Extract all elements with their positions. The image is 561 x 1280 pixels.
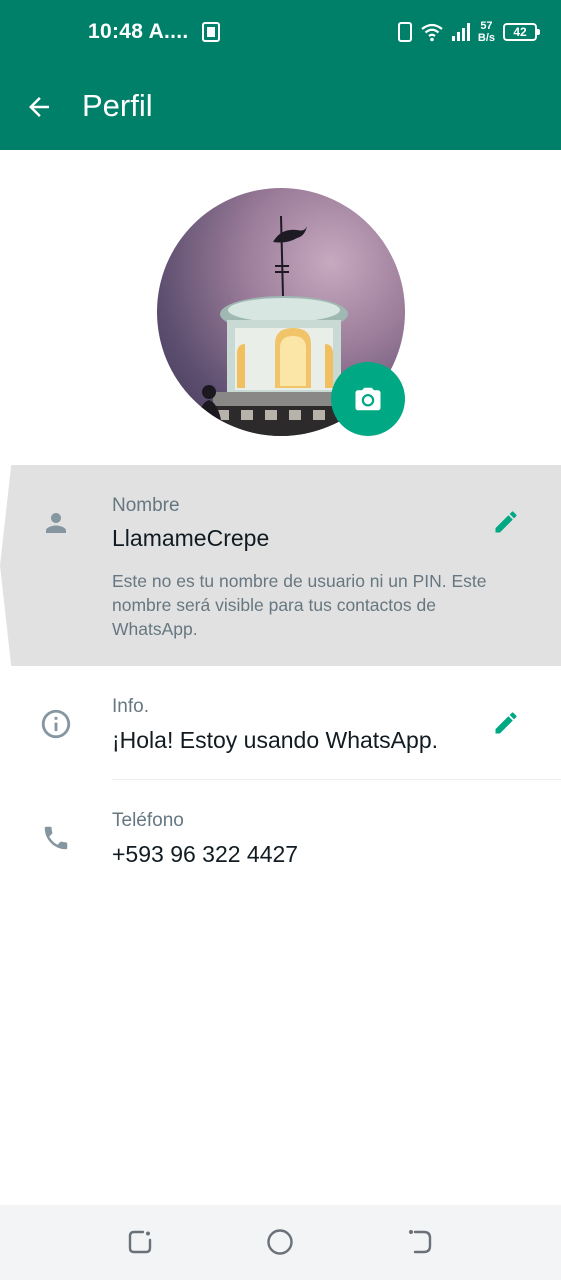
info-value: ¡Hola! Estoy usando WhatsApp.	[112, 727, 438, 753]
network-speed-value: 57	[480, 20, 493, 32]
name-value: LlamameCrepe	[112, 525, 270, 551]
recents-icon	[128, 1230, 152, 1254]
system-nav-bar	[0, 1205, 561, 1280]
person-icon	[36, 503, 76, 543]
vibrate-icon	[397, 22, 412, 42]
name-hint: Este no es tu nombre de usuario ni un PI…	[112, 571, 487, 639]
camera-icon	[355, 387, 381, 411]
status-icons: 57 B/s 42	[397, 16, 540, 48]
status-bar: 10:48 A.... 57 B/s 42	[0, 0, 561, 64]
info-label: Info.	[112, 696, 149, 717]
arrow-back-icon	[29, 97, 49, 117]
profile-screen: 10:48 A.... 57 B/s 42 Perfil Nombre Llam…	[0, 0, 561, 1280]
app-notification-icon	[202, 22, 220, 42]
phone-row[interactable]: Teléfono +593 96 322 4427	[0, 780, 561, 890]
network-speed-unit: B/s	[477, 32, 495, 44]
battery-icon: 42	[503, 23, 540, 41]
back-nav-button[interactable]	[405, 1227, 435, 1257]
edit-name-button[interactable]	[489, 505, 523, 539]
info-icon	[36, 704, 76, 744]
back-button[interactable]	[18, 86, 60, 128]
name-row[interactable]: Nombre LlamameCrepe Este no es tu nombre…	[0, 465, 561, 666]
app-bar: Perfil	[0, 64, 561, 150]
info-row[interactable]: Info. ¡Hola! Estoy usando WhatsApp.	[0, 666, 561, 779]
status-time: 10:48 A....	[88, 20, 189, 43]
profile-photo-area	[157, 188, 405, 436]
pencil-icon	[495, 511, 517, 533]
phone-label: Teléfono	[112, 810, 184, 831]
phone-icon	[36, 818, 76, 858]
home-button[interactable]	[265, 1227, 295, 1257]
pencil-icon	[495, 712, 517, 734]
recents-button[interactable]	[125, 1227, 155, 1257]
edit-info-button[interactable]	[489, 706, 523, 740]
page-title: Perfil	[82, 88, 153, 123]
name-label: Nombre	[112, 495, 180, 516]
home-circle-icon	[267, 1229, 293, 1255]
back-nav-icon	[409, 1230, 432, 1254]
change-photo-button[interactable]	[331, 362, 405, 436]
phone-value: +593 96 322 4427	[112, 841, 299, 867]
network-speed: 57 B/s	[478, 20, 495, 44]
wifi-icon	[421, 23, 443, 42]
signal-icon	[451, 23, 470, 41]
